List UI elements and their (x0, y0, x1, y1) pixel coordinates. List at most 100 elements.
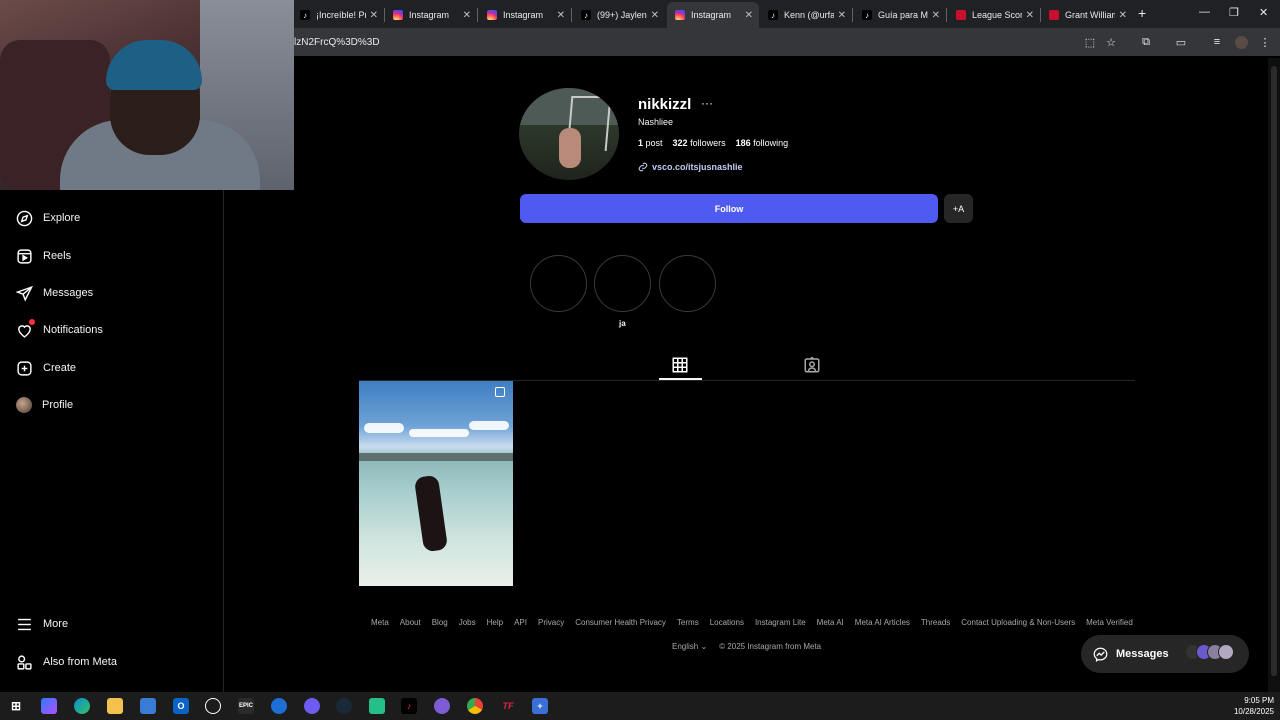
footer-link[interactable]: Meta (371, 618, 389, 627)
browser-tab[interactable]: League Scor ✕ (948, 2, 1040, 28)
footer-link[interactable]: Threads (921, 618, 950, 627)
install-app-icon[interactable]: ⬚ (1083, 35, 1097, 49)
chrome-icon[interactable] (467, 698, 483, 714)
footer-link[interactable]: About (400, 618, 421, 627)
footer-link[interactable]: Jobs (459, 618, 476, 627)
browser-tab[interactable]: Instagram ✕ (479, 2, 571, 28)
more-options-icon[interactable]: ··· (701, 96, 713, 110)
obs-icon[interactable] (205, 698, 221, 714)
browser-tab-title: Kenn (@urfa (784, 10, 834, 20)
footer-link[interactable]: API (514, 618, 527, 627)
footer-link[interactable]: Locations (710, 618, 744, 627)
app-icon[interactable] (271, 698, 287, 714)
footer-link[interactable]: Instagram Lite (755, 618, 806, 627)
footer-link[interactable]: Terms (677, 618, 699, 627)
followers-stat[interactable]: 322 followers (673, 138, 726, 148)
sidebar-item-label: Also from Meta (43, 656, 117, 668)
footer-link[interactable]: Meta AI (817, 618, 844, 627)
file-explorer-icon[interactable] (107, 698, 123, 714)
suggested-accounts-button[interactable]: +A (944, 194, 973, 223)
profile-avatar-icon[interactable] (1234, 35, 1248, 49)
extensions-icon[interactable]: ⧉ (1139, 35, 1153, 49)
browser-tab[interactable]: ♪ ¡Increíble! Pr ✕ (292, 2, 384, 28)
close-tab-icon[interactable]: ✕ (838, 10, 846, 21)
app-icon[interactable] (369, 698, 385, 714)
edge-icon[interactable] (74, 698, 90, 714)
messenger-icon (1093, 647, 1108, 662)
close-tab-icon[interactable]: ✕ (370, 10, 378, 21)
sidebar-item-explore[interactable]: Explore (16, 206, 80, 230)
tagged-icon[interactable] (803, 356, 821, 374)
browser-tab[interactable]: ♪ Kenn (@urfa ✕ (760, 2, 852, 28)
app-icon[interactable]: TF (500, 698, 516, 714)
close-tab-icon[interactable]: ✕ (651, 10, 659, 21)
profile-link[interactable]: vsco.co/itsjusnashlie (638, 162, 743, 172)
browser-tab[interactable]: ♪ (99+) Jaylen ✕ (573, 2, 665, 28)
close-tab-icon[interactable]: ✕ (1026, 10, 1034, 21)
steam-icon[interactable] (336, 698, 352, 714)
sidebar-item-label: Reels (43, 250, 72, 262)
app-icon[interactable]: + (532, 698, 548, 714)
media-control-icon[interactable]: ≡ (1210, 35, 1224, 49)
footer-link[interactable]: Meta Verified (1086, 618, 1133, 627)
sidebar-item-label: Notifications (43, 324, 103, 336)
profile-link-text: vsco.co/itsjusnashlie (652, 162, 743, 172)
profile-username: nikkizzl (638, 96, 692, 113)
sidebar-item-also-from-meta[interactable]: Also from Meta (16, 650, 117, 674)
sidepanel-icon[interactable]: ▭ (1174, 35, 1188, 49)
copyright: © 2025 Instagram from Meta (719, 642, 822, 651)
story-highlight[interactable] (659, 255, 716, 312)
browser-tab[interactable]: Grant William ✕ (1041, 2, 1133, 28)
sidebar-item-notifications[interactable]: Notifications (16, 318, 103, 342)
grid-icon[interactable] (671, 356, 689, 374)
meta-apps-icon (17, 654, 32, 670)
footer-link[interactable]: Blog (432, 618, 448, 627)
sidebar-item-more[interactable]: More (16, 612, 68, 636)
browser-tab[interactable]: ♪ Guía para M ✕ (854, 2, 946, 28)
store-icon[interactable] (140, 698, 156, 714)
footer-link[interactable]: Contact Uploading & Non-Users (961, 618, 1075, 627)
language-selector[interactable]: English ⌄ (672, 642, 707, 651)
browser-tab-title: (99+) Jaylen (597, 10, 647, 20)
sidebar-item-messages[interactable]: Messages (16, 281, 93, 305)
app-icon[interactable] (434, 698, 450, 714)
page-scrollbar[interactable] (1268, 58, 1280, 692)
sidebar-item-reels[interactable]: Reels (16, 244, 71, 268)
footer-link[interactable]: Consumer Health Privacy (575, 618, 666, 627)
browser-tab[interactable]: Instagram ✕ (667, 2, 759, 28)
sidebar-item-profile[interactable]: Profile (16, 393, 73, 417)
close-tab-icon[interactable]: ✕ (932, 10, 940, 21)
close-window-icon[interactable]: ✕ (1259, 6, 1268, 19)
outlook-icon[interactable]: O (173, 698, 189, 714)
minimize-icon[interactable]: — (1199, 6, 1210, 18)
epic-games-icon[interactable]: EPIC (238, 698, 254, 714)
story-highlight[interactable] (530, 255, 587, 312)
post-thumbnail[interactable] (359, 381, 513, 586)
sidebar-item-create[interactable]: Create (16, 356, 76, 380)
sidebar-item-label: More (43, 618, 69, 630)
follow-button[interactable]: Follow (520, 194, 938, 223)
profile-avatar[interactable] (519, 88, 619, 180)
url-field[interactable]: lzN2FrcQ%3D%3D (294, 37, 380, 48)
tiktok-icon: ♪ (862, 10, 872, 20)
footer-link[interactable]: Privacy (538, 618, 564, 627)
close-tab-icon[interactable]: ✕ (1119, 10, 1127, 21)
footer-link[interactable]: Meta AI Articles (855, 618, 910, 627)
restore-icon[interactable]: ❐ (1229, 6, 1239, 19)
browser-tab[interactable]: Instagram ✕ (385, 2, 477, 28)
windows-start-icon[interactable]: ⊞ (8, 698, 24, 714)
footer-link[interactable]: Help (487, 618, 503, 627)
close-tab-icon[interactable]: ✕ (745, 10, 753, 21)
system-clock: 9:05 PM 10/28/2025 (1233, 696, 1274, 716)
tiktok-icon[interactable]: ♪ (401, 698, 417, 714)
new-tab-button[interactable]: + (1138, 5, 1146, 21)
copilot-icon[interactable] (41, 698, 57, 714)
story-highlight[interactable] (594, 255, 651, 312)
close-tab-icon[interactable]: ✕ (463, 10, 471, 21)
following-stat[interactable]: 186 following (736, 138, 789, 148)
browser-menu-icon[interactable]: ⋮ (1258, 35, 1272, 49)
avatar (1218, 644, 1234, 660)
discord-icon[interactable] (304, 698, 320, 714)
close-tab-icon[interactable]: ✕ (557, 10, 565, 21)
bookmark-star-icon[interactable]: ☆ (1104, 35, 1118, 49)
